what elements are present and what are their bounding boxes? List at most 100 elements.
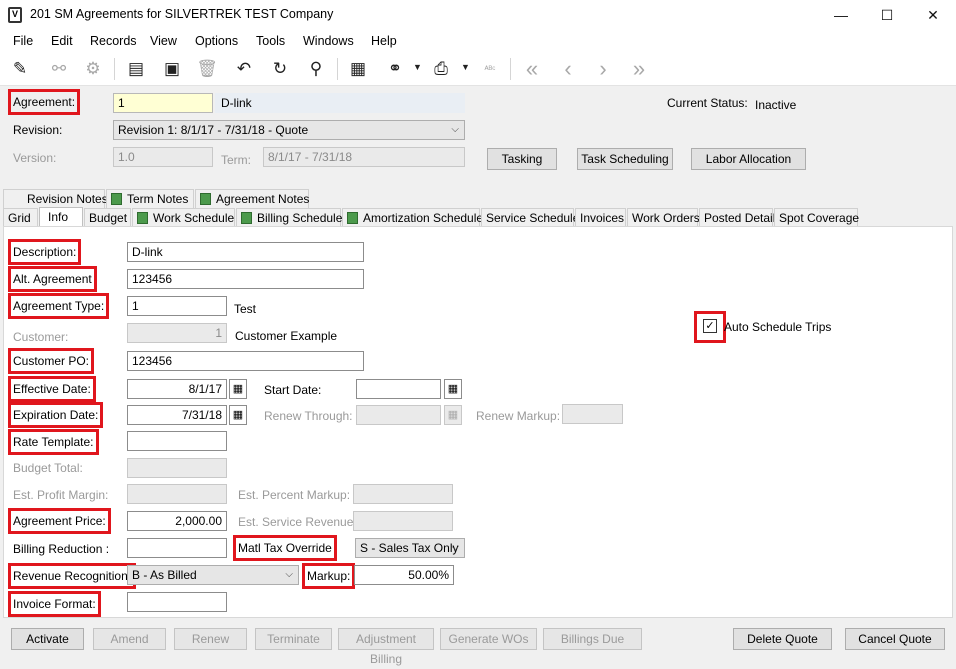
tab-invoices[interactable]: Invoices (575, 208, 626, 227)
current-status-value: Inactive (755, 98, 797, 112)
close-button[interactable]: ✕ (910, 0, 956, 30)
agreement-number-input[interactable]: 1 (113, 93, 213, 113)
delete-quote-button[interactable]: Delete Quote (733, 628, 832, 650)
spellcheck-icon[interactable]: ᴬᴮᶜ (478, 58, 502, 80)
est-service-revenue-input (353, 511, 453, 531)
alt-agreement-input[interactable]: 123456 (127, 269, 364, 289)
revision-select[interactable]: Revision 1: 8/1/17 - 7/31/18 - Quote ⌵ (113, 120, 465, 140)
menu-windows[interactable]: Windows (303, 34, 354, 48)
renew-through-input (356, 405, 441, 425)
print-icon[interactable]: ⎙ (429, 58, 453, 80)
calendar-icon[interactable]: ▦ (229, 379, 247, 399)
effective-date-input[interactable]: 8/1/17 (127, 379, 227, 399)
print-dropdown-icon[interactable]: ▼ (461, 62, 470, 72)
tab-posted-detail[interactable]: Posted Detail (699, 208, 775, 227)
menu-records[interactable]: Records (90, 34, 137, 48)
tab-label: Amortization Schedule (363, 211, 484, 225)
auto-schedule-trips-checkbox[interactable]: ✓ (703, 319, 717, 333)
menu-bar (0, 30, 956, 52)
start-date-input[interactable] (356, 379, 441, 399)
start-date-label: Start Date: (264, 383, 322, 397)
save-icon[interactable]: ▣ (160, 58, 184, 80)
amend-button: Amend (93, 628, 166, 650)
labor-allocation-button[interactable]: Labor Allocation (691, 148, 806, 170)
schedule-icon (137, 212, 148, 224)
tab-work-schedule[interactable]: Work Schedule (132, 208, 235, 227)
customer-po-input[interactable]: 123456 (127, 351, 364, 371)
menu-options[interactable]: Options (195, 34, 238, 48)
tab-spot-coverage[interactable]: Spot Coverage (774, 208, 859, 227)
last-record-icon[interactable]: » (627, 58, 651, 80)
settings-gear-icon[interactable]: ⚙ (81, 58, 105, 80)
matl-tax-override-select[interactable]: S - Sales Tax Only ⌵ (355, 538, 465, 558)
cancel-quote-button[interactable]: Cancel Quote (845, 628, 945, 650)
previous-record-icon[interactable]: ‹ (556, 58, 580, 80)
chevron-down-icon: ⌵ (451, 542, 459, 553)
billings-due-button: Billings Due (543, 628, 642, 650)
search-icon[interactable]: ⚲ (304, 58, 328, 80)
agreement-type-input[interactable]: 1 (127, 296, 227, 316)
tasking-button[interactable]: Tasking (487, 148, 557, 170)
undo-icon[interactable]: ↶ (232, 58, 256, 80)
calendar-icon[interactable]: ▦ (444, 379, 462, 399)
billing-reduction-input[interactable] (127, 538, 227, 558)
menu-file[interactable]: File (13, 34, 33, 48)
renew-markup-input (562, 404, 623, 424)
tab-budget[interactable]: Budget (84, 208, 131, 227)
renew-markup-label: Renew Markup: (476, 409, 561, 423)
calculator-icon[interactable]: ▦ (346, 58, 370, 80)
revision-select-value: Revision 1: 8/1/17 - 7/31/18 - Quote (118, 123, 309, 137)
tab-term-notes[interactable]: Term Notes (106, 189, 194, 208)
activate-button[interactable]: Activate (11, 628, 84, 650)
menu-help[interactable]: Help (371, 34, 397, 48)
refresh-icon[interactable]: ↻ (268, 58, 292, 80)
agreement-type-label: Agreement Type: (7, 293, 110, 319)
tab-revision-notes[interactable]: Revision Notes (3, 189, 108, 208)
minimize-button[interactable]: — (818, 0, 864, 30)
first-record-icon[interactable]: « (520, 58, 544, 80)
invoice-format-label: Invoice Format: (8, 591, 101, 617)
est-service-revenue-label: Est. Service Revenue: (238, 515, 357, 529)
tab-grid[interactable]: Grid (3, 208, 38, 227)
est-percent-markup-label: Est. Percent Markup: (238, 488, 351, 502)
delete-trash-icon[interactable]: 🗑 (195, 58, 219, 80)
notes-icon (200, 193, 211, 205)
rate-template-input[interactable] (127, 431, 227, 451)
edit-checklist-icon[interactable]: ✎ (8, 58, 32, 80)
calendar-icon[interactable]: ▦ (229, 405, 247, 425)
tab-agreement-notes[interactable]: Agreement Notes (195, 189, 309, 208)
task-scheduling-button[interactable]: Task Scheduling (577, 148, 673, 170)
schedule-icon (241, 212, 252, 224)
agreement-label: Agreement: (7, 89, 81, 115)
attachment-dropdown-icon[interactable]: ▼ (413, 62, 422, 72)
invoice-format-input[interactable] (127, 592, 227, 612)
menu-tools[interactable]: Tools (256, 34, 285, 48)
tab-service-schedule[interactable]: Service Schedule (481, 208, 579, 227)
menu-edit[interactable]: Edit (51, 34, 73, 48)
customer-input: 1 (127, 323, 227, 343)
tab-billing-schedule[interactable]: Billing Schedule (236, 208, 343, 227)
tab-amortization-schedule[interactable]: Amortization Schedule (342, 208, 484, 227)
tab-info[interactable]: Info (39, 207, 83, 227)
revenue-recognition-select[interactable]: B - As Billed ⌵ (127, 565, 299, 585)
maximize-button[interactable]: ☐ (864, 0, 910, 30)
markup-input[interactable]: 50.00% (354, 565, 454, 585)
new-document-icon[interactable]: ▤ (124, 58, 148, 80)
tab-label: Agreement Notes (216, 192, 310, 206)
revenue-recognition-value: B - As Billed (132, 568, 197, 582)
est-percent-markup-input (353, 484, 453, 504)
menu-view[interactable]: View (150, 34, 177, 48)
tab-work-orders[interactable]: Work Orders (627, 208, 700, 227)
attachment-icon[interactable]: ⚭ (383, 58, 407, 80)
next-record-icon[interactable]: › (591, 58, 615, 80)
tab-label: Billing Schedule (257, 211, 343, 225)
revision-label: Revision: (13, 123, 63, 137)
binoculars-icon[interactable]: ⚯ (47, 58, 71, 80)
term-label: Term: (221, 153, 251, 167)
description-input[interactable]: D-link (127, 242, 364, 262)
expiration-date-input[interactable]: 7/31/18 (127, 405, 227, 425)
agreement-price-input[interactable]: 2,000.00 (127, 511, 227, 531)
notes-icon (111, 193, 122, 205)
rate-template-label: Rate Template: (8, 429, 99, 455)
description-label: Description: (7, 239, 82, 265)
